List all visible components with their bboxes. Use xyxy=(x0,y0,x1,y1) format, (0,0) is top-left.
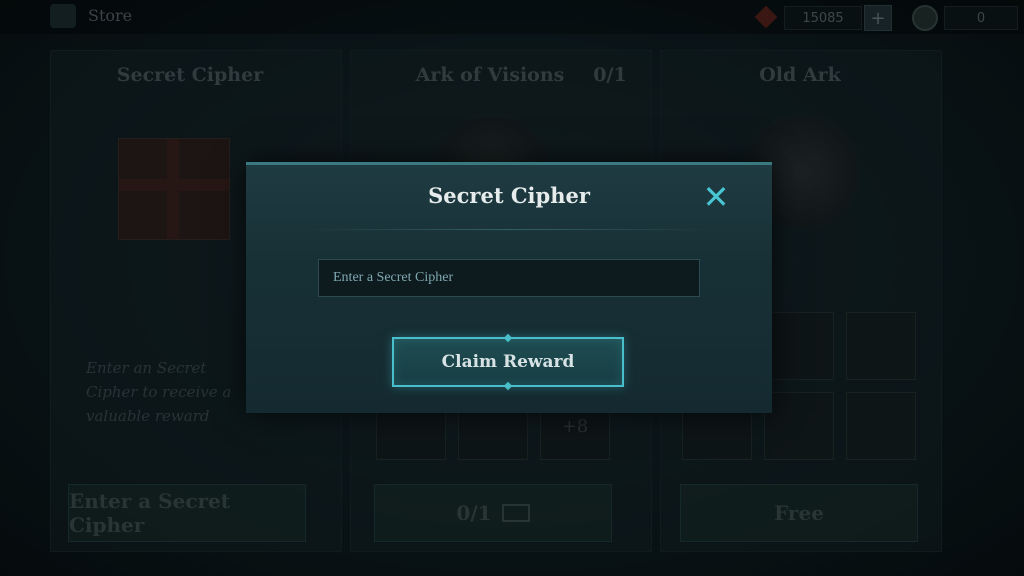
secret-cipher-dialog: Secret Cipher ✕ Claim Reward xyxy=(246,162,772,413)
cipher-input[interactable] xyxy=(318,259,700,297)
close-icon[interactable]: ✕ xyxy=(696,178,736,216)
button-ornament xyxy=(503,381,513,391)
claim-reward-label: Claim Reward xyxy=(441,352,575,372)
claim-reward-button[interactable]: Claim Reward xyxy=(392,333,624,391)
button-ornament xyxy=(503,333,513,343)
title-divider xyxy=(306,229,712,230)
dialog-title: Secret Cipher xyxy=(428,183,590,208)
